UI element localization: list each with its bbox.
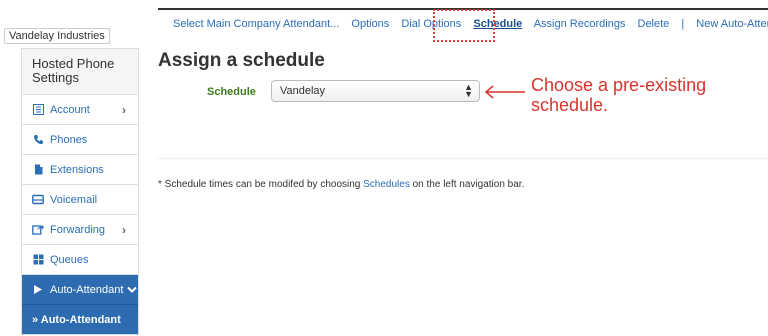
nav-options[interactable]: Options xyxy=(351,18,389,30)
annotation-text: Choose a pre-existing schedule. xyxy=(531,75,707,115)
sidebar-item-auto-attendant[interactable]: Auto-Attendant xyxy=(22,275,138,305)
nav-assign-recordings[interactable]: Assign Recordings xyxy=(534,18,626,30)
note-suffix: on the left navigation bar. xyxy=(409,179,525,190)
select-arrows-icon: ▲ ▼ xyxy=(464,82,473,99)
sidebar-item-label: Phones xyxy=(50,133,88,146)
nav-delete[interactable]: Delete xyxy=(638,18,670,30)
sidebar: Hosted Phone Settings Account › Phones E… xyxy=(21,48,139,335)
sidebar-item-extensions[interactable]: Extensions xyxy=(22,155,138,185)
sidebar-item-label: Forwarding xyxy=(50,223,106,236)
divider xyxy=(158,158,768,159)
phone-icon xyxy=(32,134,44,146)
annotation-arrow xyxy=(484,85,525,99)
sidebar-item-phones[interactable]: Phones xyxy=(22,125,138,155)
play-icon xyxy=(32,284,44,296)
highlight-box xyxy=(433,9,495,42)
schedule-label: Schedule xyxy=(207,86,256,98)
nav-separator: | xyxy=(681,18,685,30)
chevron-right-icon: › xyxy=(122,103,126,117)
voicemail-icon xyxy=(32,194,44,206)
schedule-select-value: Vandelay xyxy=(280,85,326,97)
schedule-select[interactable]: Vandelay ▲ ▼ xyxy=(271,80,480,102)
note-prefix: * Schedule times can be modifed by choos… xyxy=(158,179,364,190)
page-title: Assign a schedule xyxy=(158,50,325,71)
chevron-right-icon: › xyxy=(122,223,126,237)
sidebar-item-label: Queues xyxy=(50,253,89,266)
sidebar-subitem-auto-attendant[interactable]: » Auto-Attendant xyxy=(22,305,138,335)
sidebar-item-label: Account xyxy=(50,103,90,116)
list-icon xyxy=(32,104,44,116)
sidebar-item-account[interactable]: Account › xyxy=(22,95,138,125)
sidebar-item-label: Extensions xyxy=(50,163,104,176)
nav-select-main-attendant[interactable]: Select Main Company Attendant... xyxy=(173,18,339,30)
schedule-note: * Schedule times can be modifed by choos… xyxy=(158,179,524,190)
forward-icon xyxy=(32,224,44,236)
sidebar-item-queues[interactable]: Queues xyxy=(22,245,138,275)
sidebar-item-label: Auto-Attendant xyxy=(50,283,124,296)
grid-icon xyxy=(32,254,44,266)
document-icon xyxy=(32,164,44,176)
chevron-down-icon xyxy=(127,286,138,294)
sidebar-item-label: » Auto-Attendant xyxy=(32,313,121,326)
sidebar-item-label: Voicemail xyxy=(50,193,98,206)
sidebar-header: Hosted Phone Settings xyxy=(22,49,138,95)
schedules-link[interactable]: Schedules xyxy=(363,179,410,190)
company-name: Vandelay Industries xyxy=(4,28,110,44)
sidebar-item-forwarding[interactable]: Forwarding › xyxy=(22,215,138,245)
sidebar-item-voicemail[interactable]: Voicemail xyxy=(22,185,138,215)
nav-new-auto-attendant[interactable]: New Auto-Attendant xyxy=(696,18,768,30)
